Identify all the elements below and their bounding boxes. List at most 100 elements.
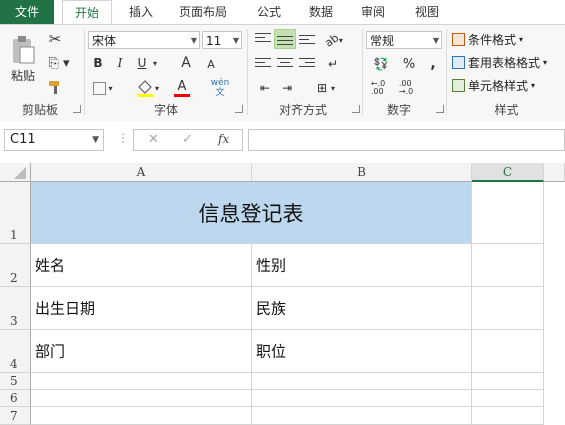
row-header-3[interactable]: 3 bbox=[0, 287, 31, 330]
decrease-decimal-button[interactable]: .00 →.0 bbox=[394, 79, 418, 97]
underline-dropdown-icon[interactable]: ▾ bbox=[150, 54, 160, 72]
cell-a2[interactable]: 姓名 bbox=[31, 244, 252, 287]
font-name-value: 宋体 bbox=[92, 34, 117, 48]
border-button[interactable]: ▾ bbox=[90, 79, 116, 97]
align-left-icon[interactable] bbox=[255, 58, 271, 71]
currency-icon: 💱 bbox=[373, 57, 389, 71]
name-box[interactable]: C11 ▼ bbox=[4, 129, 104, 151]
enter-icon[interactable]: ✓ bbox=[182, 132, 193, 147]
cell-styles-icon bbox=[452, 79, 465, 92]
cell-c2[interactable] bbox=[472, 244, 544, 287]
row-number: 3 bbox=[10, 314, 18, 328]
number-launcher-icon[interactable] bbox=[436, 105, 444, 113]
cell-c4[interactable] bbox=[472, 330, 544, 373]
tab-formulas[interactable]: 公式 bbox=[252, 0, 286, 24]
percent-style-button[interactable]: % bbox=[400, 55, 418, 73]
conditional-formatting-button[interactable]: 条件格式 ▾ bbox=[452, 31, 523, 48]
decrease-indent-button[interactable]: ⇤ bbox=[256, 79, 274, 97]
cell-text: 部门 bbox=[35, 342, 66, 361]
divider bbox=[362, 29, 363, 115]
align-right-icon[interactable] bbox=[299, 58, 315, 71]
cell-b7[interactable] bbox=[252, 407, 472, 425]
format-as-table-label: 套用表格格式 bbox=[468, 56, 541, 70]
cell-b5[interactable] bbox=[252, 373, 472, 390]
row-number: 1 bbox=[10, 228, 18, 242]
tab-insert[interactable]: 插入 bbox=[124, 0, 158, 24]
row-header-7[interactable]: 7 bbox=[0, 407, 31, 425]
font-size-select[interactable]: 11 ▼ bbox=[202, 31, 242, 49]
row-number: 2 bbox=[10, 271, 18, 285]
cell-a6[interactable] bbox=[31, 390, 252, 407]
select-all-button[interactable] bbox=[0, 163, 31, 182]
tab-page-layout[interactable]: 页面布局 bbox=[172, 0, 234, 24]
tab-data[interactable]: 数据 bbox=[304, 0, 338, 24]
row-header-2[interactable]: 2 bbox=[0, 244, 31, 287]
column-header-d[interactable] bbox=[544, 163, 565, 182]
tab-view[interactable]: 视图 bbox=[410, 0, 444, 24]
clipboard-launcher-icon[interactable] bbox=[73, 105, 81, 113]
row-header-5[interactable]: 5 bbox=[0, 373, 31, 390]
insert-function-icon[interactable]: fx bbox=[218, 132, 229, 146]
cell-c5[interactable] bbox=[472, 373, 544, 390]
wrap-text-button[interactable]: ↵ bbox=[322, 55, 344, 73]
font-shrink-button[interactable]: A bbox=[204, 56, 218, 72]
accounting-format-button[interactable]: 💱 bbox=[366, 55, 396, 73]
cell-a4[interactable]: 部门 bbox=[31, 330, 252, 373]
align-center-icon[interactable] bbox=[277, 58, 293, 71]
cell-c3[interactable] bbox=[472, 287, 544, 330]
underline-button[interactable]: U bbox=[134, 54, 150, 72]
column-header-c[interactable]: C bbox=[472, 163, 544, 182]
number-format-select[interactable]: 常规 ▼ bbox=[366, 31, 442, 49]
cell-a3[interactable]: 出生日期 bbox=[31, 287, 252, 330]
increase-indent-icon: ⇥ bbox=[281, 81, 293, 95]
cell-b6[interactable] bbox=[252, 390, 472, 407]
title-cell-merged-a1-b1[interactable]: 信息登记表 bbox=[31, 182, 472, 244]
merge-center-button[interactable]: ⊞ ▾ bbox=[306, 79, 346, 97]
increase-indent-button[interactable]: ⇥ bbox=[278, 79, 296, 97]
cell-a7[interactable] bbox=[31, 407, 252, 425]
cell-c6[interactable] bbox=[472, 390, 544, 407]
cell-c1[interactable] bbox=[472, 182, 544, 244]
cell-a5[interactable] bbox=[31, 373, 252, 390]
cell-text: 姓名 bbox=[35, 256, 66, 275]
increase-decimal-button[interactable]: ←.0.00 bbox=[366, 79, 390, 97]
format-painter-button[interactable] bbox=[44, 77, 66, 97]
row-header-4[interactable]: 4 bbox=[0, 330, 31, 373]
row-header-6[interactable]: 6 bbox=[0, 390, 31, 407]
text-orientation-icon: ab bbox=[322, 30, 342, 50]
cell-b4[interactable]: 职位 bbox=[252, 330, 472, 373]
align-bottom-icon[interactable] bbox=[299, 35, 315, 48]
column-header-a[interactable]: A bbox=[31, 163, 252, 182]
italic-button[interactable]: I bbox=[112, 54, 128, 72]
font-name-select[interactable]: 宋体 ▼ bbox=[88, 31, 200, 49]
column-header-b[interactable]: B bbox=[252, 163, 472, 182]
row-header-1[interactable]: 1 bbox=[0, 182, 31, 244]
align-middle-button[interactable] bbox=[274, 29, 296, 49]
alignment-launcher-icon[interactable] bbox=[352, 105, 360, 113]
cut-button[interactable]: ✂ bbox=[44, 29, 66, 49]
wrap-text-icon: ↵ bbox=[327, 57, 339, 71]
comma-style-button[interactable]: , bbox=[424, 55, 442, 73]
tab-review[interactable]: 审阅 bbox=[356, 0, 390, 24]
tab-home[interactable]: 开始 bbox=[62, 0, 112, 25]
font-launcher-icon[interactable] bbox=[235, 105, 243, 113]
formula-input[interactable] bbox=[248, 129, 565, 151]
cancel-icon[interactable]: ✕ bbox=[148, 132, 159, 147]
bold-button[interactable]: B bbox=[90, 54, 106, 72]
cell-b3[interactable]: 民族 bbox=[252, 287, 472, 330]
phonetic-guide-button[interactable]: wén 文 bbox=[208, 75, 232, 101]
font-color-button[interactable]: A bbox=[168, 77, 196, 99]
cell-styles-button[interactable]: 单元格样式 ▾ bbox=[452, 77, 535, 94]
tab-file[interactable]: 文件 bbox=[0, 0, 54, 24]
cell-c7[interactable] bbox=[472, 407, 544, 425]
paste-button[interactable]: 粘贴 bbox=[6, 31, 40, 87]
cell-b2[interactable]: 性别 bbox=[252, 244, 472, 287]
font-grow-button[interactable]: A bbox=[178, 54, 194, 72]
copy-button[interactable]: ⎘ ▾ bbox=[44, 53, 74, 73]
fill-color-button[interactable]: ▾ bbox=[132, 77, 162, 99]
formula-bar-grip-icon[interactable]: ⋮ bbox=[117, 131, 129, 145]
row-number: 5 bbox=[10, 374, 18, 388]
align-top-icon[interactable] bbox=[255, 33, 271, 46]
format-as-table-button[interactable]: 套用表格格式 ▾ bbox=[452, 54, 547, 71]
orientation-button[interactable]: ab ▾ bbox=[320, 30, 348, 50]
